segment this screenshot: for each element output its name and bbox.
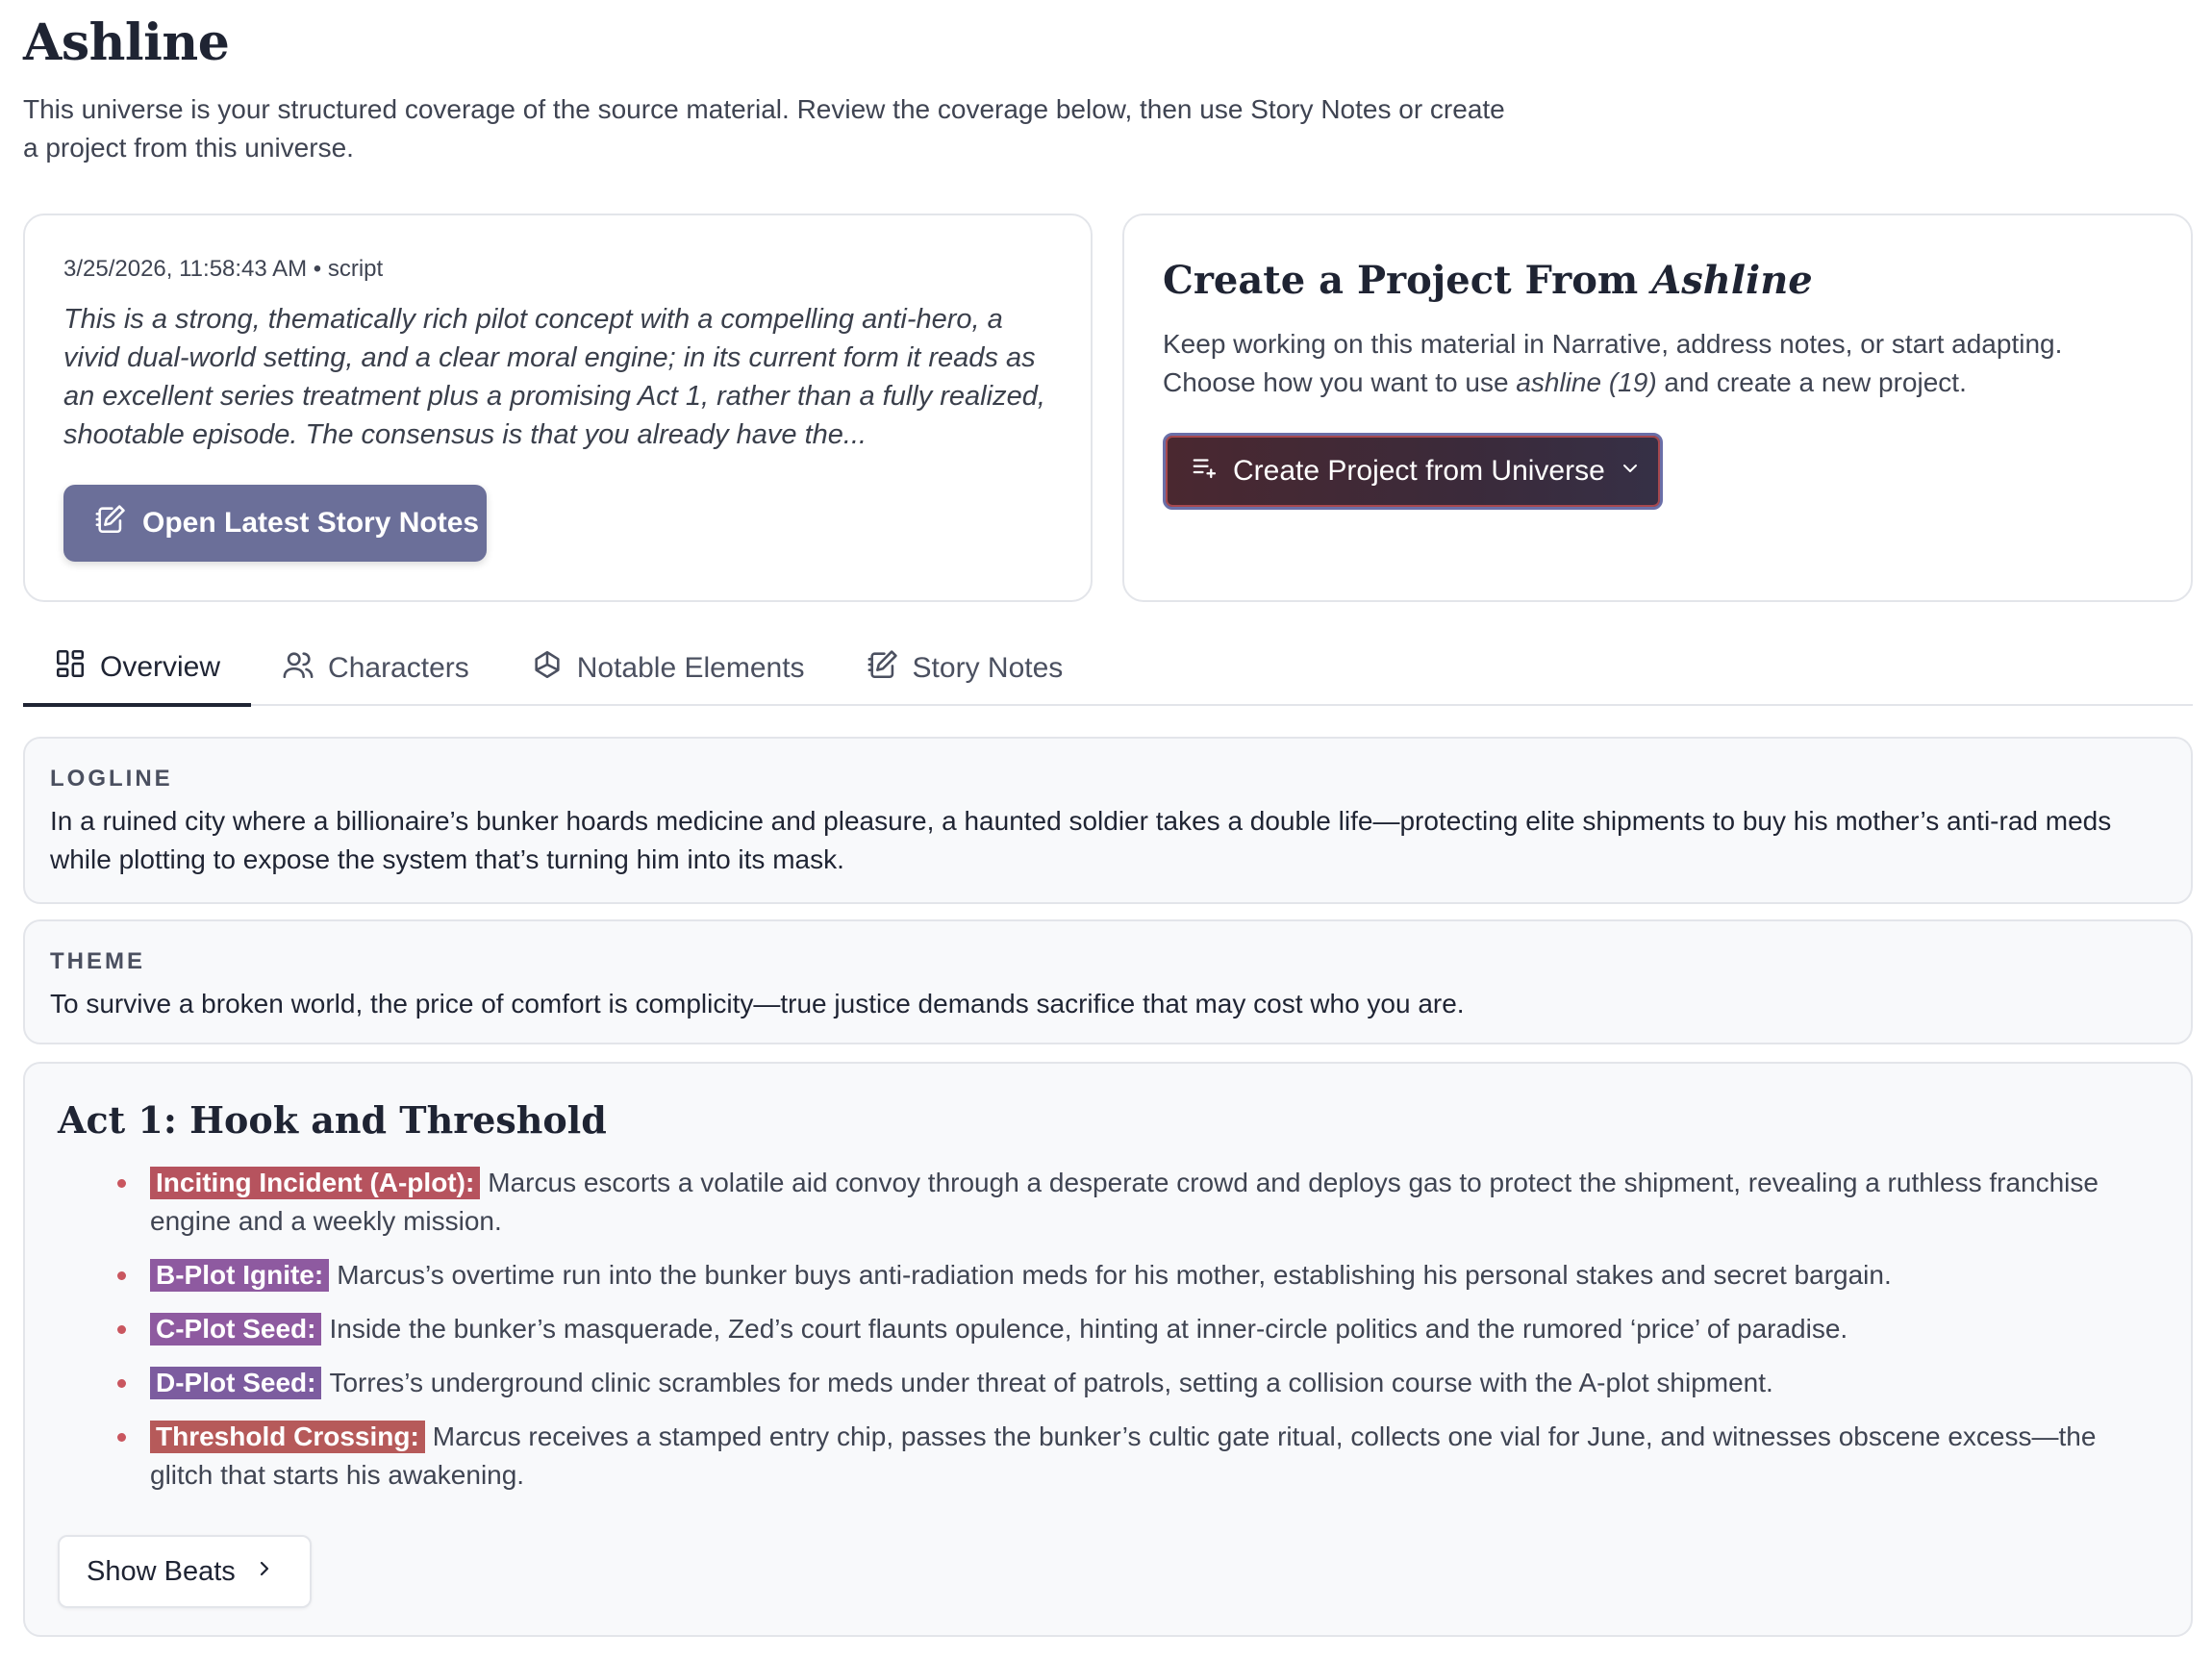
create-project-label: Create Project from Universe [1233,455,1605,487]
logline-panel: LOGLINE In a ruined city where a billion… [23,737,2193,904]
create-title-prefix: Create a Project From [1163,258,1652,303]
shapes-icon [531,648,564,689]
beat-tag: D-Plot Seed: [150,1367,322,1399]
create-project-description: Keep working on this material in Narrati… [1163,325,2163,402]
beat-tag: Threshold Crossing: [150,1421,425,1453]
beat-item: Inciting Incident (A-plot): Marcus escort… [92,1164,2150,1241]
beat-tag: B-Plot Ignite: [150,1259,330,1292]
notes-icon [867,648,899,689]
page-intro: This universe is your structured coverag… [23,94,1505,163]
create-title-name: Ashline [1651,258,1813,303]
tab-overview[interactable]: Overview [23,631,252,707]
tab-overview-label: Overview [100,650,221,683]
beat-text: Marcus receives a stamped entry chip, pa… [150,1421,2097,1490]
beat-item: D-Plot Seed: Torres’s underground clinic … [92,1364,2150,1402]
create-project-title: Create a Project From Ashline [1163,258,1813,303]
tab-characters[interactable]: Characters [251,631,500,706]
tab-notable-elements-label: Notable Elements [576,652,805,684]
beat-text: Marcus’s overtime run into the bunker bu… [337,1260,1892,1290]
tab-notable-elements[interactable]: Notable Elements [500,631,836,706]
users-icon [282,648,314,689]
beat-tag: Inciting Incident (A-plot): [150,1167,481,1199]
theme-text: To survive a broken world, the price of … [50,989,1465,1019]
notes-summary: This is a strong, thematically rich pilo… [63,304,1045,450]
chevron-right-icon [253,1556,276,1588]
beat-item: B-Plot Ignite: Marcus’s overtime run into… [92,1256,2150,1295]
notes-icon [94,503,127,543]
beat-text: Inside the bunker’s masquerade, Zed’s co… [329,1314,1848,1344]
logline-label: LOGLINE [50,766,173,792]
tab-story-notes-label: Story Notes [912,652,1064,684]
beat-item: C-Plot Seed: Inside the bunker’s masquera… [92,1310,2150,1348]
create-desc-suffix: and create a new project. [1656,367,1967,397]
show-beats-button[interactable]: Show Beats [58,1535,312,1608]
create-desc-source: ashline (19) [1516,367,1657,397]
theme-panel: THEME To survive a broken world, the pri… [23,919,2193,1044]
page-title: Ashline [23,13,230,72]
logline-text: In a ruined city where a billionaire’s b… [50,806,2112,874]
notes-meta: 3/25/2026, 11:58:43 AM • script [63,256,384,282]
create-desc-line1: Keep working on this material in Narrati… [1163,329,2063,359]
tab-characters-label: Characters [328,652,469,684]
create-desc-prefix: Choose how you want to use [1163,367,1517,397]
theme-label: THEME [50,948,145,974]
tab-bar: Overview Characters Notable Elements Sto… [23,631,2193,707]
beat-text: Torres’s underground clinic scrambles fo… [329,1368,1773,1397]
universe-page: Ashline This universe is your structured… [0,0,2212,1660]
act1-title: Act 1: Hook and Threshold [58,1098,607,1142]
create-project-from-universe-button[interactable]: Create Project from Universe [1163,433,1663,510]
chevron-down-icon [1619,455,1642,488]
open-notes-label: Open Latest Story Notes [142,507,480,539]
open-latest-story-notes-button[interactable]: Open Latest Story Notes [63,485,487,562]
beat-tag: C-Plot Seed: [150,1313,322,1346]
latest-notes-card: 3/25/2026, 11:58:43 AM • script This is … [23,214,1093,602]
tab-story-notes[interactable]: Story Notes [836,631,1094,706]
create-project-card: Create a Project From Ashline Keep worki… [1122,214,2193,602]
show-beats-label: Show Beats [87,1555,236,1587]
beat-item: Threshold Crossing: Marcus receives a sta… [92,1418,2150,1495]
grid-icon [54,647,87,688]
act1-beats-list: Inciting Incident (A-plot): Marcus escort… [92,1164,2150,1495]
act1-panel: Act 1: Hook and Threshold Inciting Incid… [23,1062,2193,1637]
list-plus-icon [1191,453,1219,490]
